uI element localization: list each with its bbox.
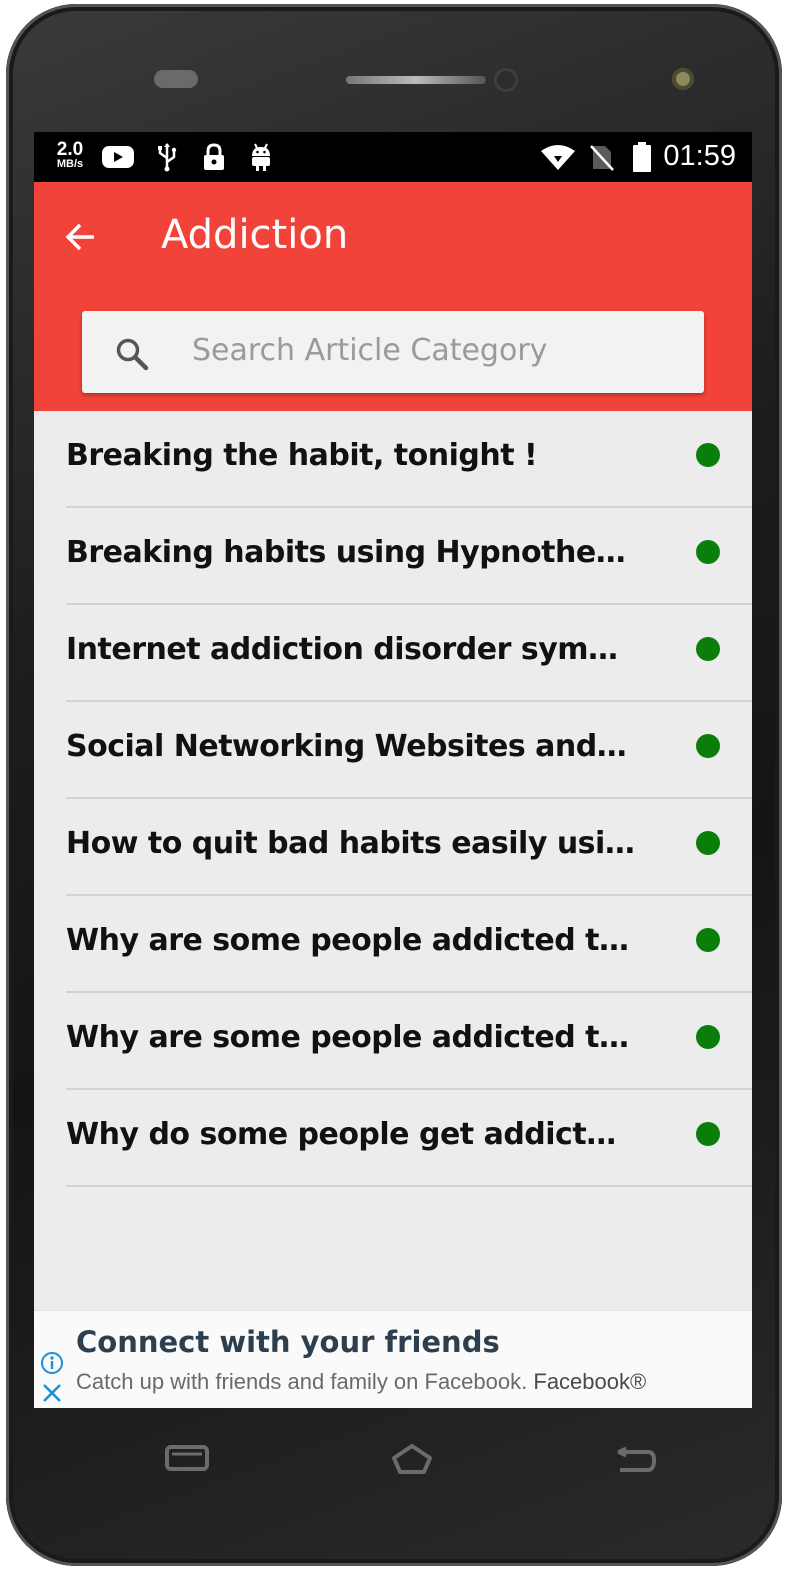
search-area: Search Article Category bbox=[34, 295, 752, 411]
list-item[interactable]: Why are some people addicted to news bbox=[66, 993, 752, 1090]
list-item[interactable]: Why do some people get addicted to gambl… bbox=[66, 1090, 752, 1187]
home-icon[interactable] bbox=[390, 1442, 434, 1476]
status-dot bbox=[696, 540, 720, 564]
no-sim-icon bbox=[588, 142, 616, 172]
clock: 01:59 bbox=[663, 140, 736, 172]
list-item-label: Breaking the habit, tonight ! bbox=[66, 438, 538, 473]
page-title: Addiction bbox=[161, 212, 349, 258]
network-speed-unit: MB/s bbox=[56, 158, 84, 170]
search-icon bbox=[116, 338, 149, 371]
ad-banner[interactable]: Connect with your friends Catch up with … bbox=[34, 1310, 752, 1408]
list-item[interactable]: Why are some people addicted to exercise bbox=[66, 896, 752, 993]
list-item-label: Social Networking Websites and Facebook … bbox=[66, 729, 636, 764]
recent-apps-icon[interactable] bbox=[164, 1444, 210, 1472]
list-item-label: Why are some people addicted to news bbox=[66, 1020, 636, 1055]
list-item-label: Why are some people addicted to exercise bbox=[66, 923, 636, 958]
status-dot bbox=[696, 1025, 720, 1049]
status-bar: 2.0 MB/s 01:59 bbox=[34, 132, 752, 182]
app-bar: Addiction bbox=[34, 182, 752, 295]
status-dot bbox=[696, 443, 720, 467]
close-icon[interactable] bbox=[40, 1381, 64, 1405]
list-item[interactable]: Internet addiction disorder symptoms and… bbox=[66, 605, 752, 702]
back-nav-icon[interactable] bbox=[614, 1446, 658, 1476]
status-dot bbox=[696, 734, 720, 758]
list-item-label: Breaking habits using Hypnotherapy bbox=[66, 535, 636, 570]
search-placeholder: Search Article Category bbox=[192, 333, 548, 368]
screen: 2.0 MB/s 01:59 Addiction Search Article … bbox=[34, 132, 752, 1408]
arrow-back-icon[interactable] bbox=[64, 220, 98, 254]
network-speed: 2.0 MB/s bbox=[52, 140, 88, 170]
android-icon bbox=[246, 142, 276, 172]
list-item[interactable]: How to quit bad habits easily using the … bbox=[66, 799, 752, 896]
article-list: Breaking the habit, tonight ! Breaking h… bbox=[34, 411, 752, 1187]
list-item[interactable]: Social Networking Websites and Facebook … bbox=[66, 702, 752, 799]
status-dot bbox=[696, 831, 720, 855]
earpiece-speaker bbox=[346, 76, 486, 84]
list-item[interactable]: Breaking habits using Hypnotherapy bbox=[66, 508, 752, 605]
wifi-icon bbox=[540, 142, 576, 172]
ad-brand: Facebook® bbox=[533, 1369, 647, 1394]
list-item-label: Internet addiction disorder symptoms and… bbox=[66, 632, 636, 667]
front-camera bbox=[494, 68, 518, 92]
ad-title: Connect with your friends bbox=[76, 1325, 500, 1359]
list-item-label: Why do some people get addicted to gambl… bbox=[66, 1117, 636, 1152]
list-item-label: How to quit bad habits easily using the … bbox=[66, 826, 636, 861]
youtube-icon bbox=[100, 142, 136, 172]
ad-body: Catch up with friends and family on Face… bbox=[76, 1369, 646, 1395]
status-dot bbox=[696, 637, 720, 661]
proximity-sensor bbox=[154, 70, 198, 88]
search-input[interactable]: Search Article Category bbox=[82, 311, 704, 393]
status-dot bbox=[696, 928, 720, 952]
notification-led bbox=[672, 68, 694, 90]
usb-icon bbox=[152, 142, 182, 172]
list-item[interactable]: Breaking the habit, tonight ! bbox=[66, 411, 752, 508]
status-dot bbox=[696, 1122, 720, 1146]
battery-icon bbox=[630, 142, 654, 172]
ad-description: Catch up with friends and family on Face… bbox=[76, 1369, 528, 1394]
lock-icon bbox=[200, 142, 228, 172]
network-speed-value: 2.0 bbox=[56, 139, 84, 160]
info-icon[interactable] bbox=[40, 1351, 64, 1375]
